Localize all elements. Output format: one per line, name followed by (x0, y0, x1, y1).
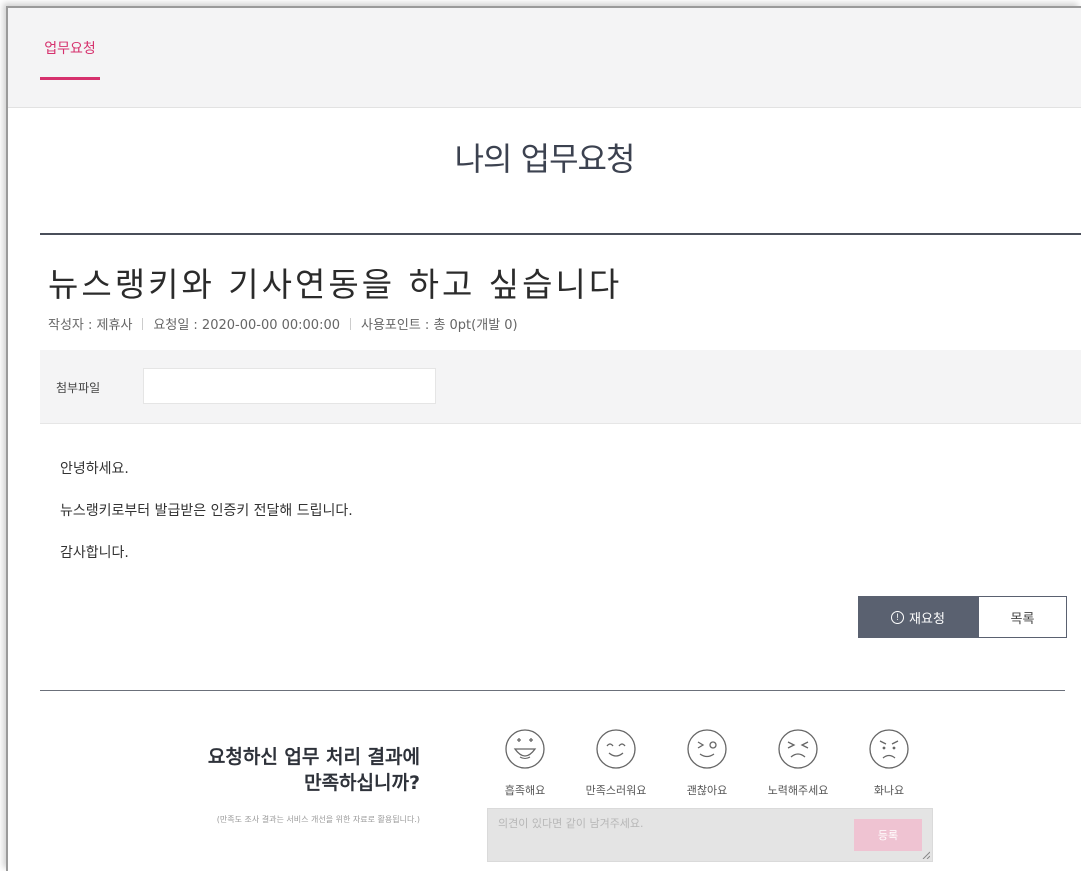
submit-label: 등록 (877, 830, 899, 842)
rating-option-okay[interactable]: 괜찮아요 (662, 728, 752, 798)
rating-option-satisfied[interactable]: 만족스러워요 (571, 728, 661, 798)
page-title: 나의 업무요청 (454, 140, 636, 178)
section-divider (40, 690, 1065, 691)
rating-label: 괜찮아요 (686, 784, 728, 797)
meta-separator (142, 317, 144, 330)
title-divider (40, 233, 1081, 235)
reask-button[interactable]: ! 재요청 (858, 596, 978, 638)
angry-face-icon (869, 729, 909, 769)
post-meta: 작성자 : 제휴사 요청일 : 2020-00-00 00:00:00 사용포인… (48, 314, 518, 333)
list-label: 목록 (1010, 610, 1035, 626)
rating-label: 노력해주세요 (767, 784, 829, 797)
rating-option-delighted[interactable]: 흡족해요 (480, 728, 570, 798)
smiling-face-icon (596, 729, 636, 769)
tab-work-request[interactable]: 업무요청 (40, 36, 100, 80)
survey-question-line1: 요청하신 업무 처리 결과에 (207, 746, 420, 768)
body-line: 뉴스랭키로부터 발급받은 인증키 전달해 드립니다. (60, 503, 353, 519)
survey-note: (만족도 조사 결과는 서비스 개선을 위한 자료로 활용됩니다.) (216, 815, 420, 824)
comment-input[interactable] (498, 817, 838, 830)
comment-box: 등록 (487, 808, 933, 862)
squinting-face-icon (778, 729, 818, 769)
attachment-field[interactable] (143, 368, 436, 404)
attachment-row: 첨부파일 (40, 350, 1081, 424)
post-title: 뉴스랭키와 기사연동을 하고 싶습니다 (48, 265, 623, 304)
app-frame: 업무요청 나의 업무요청 뉴스랭키와 기사연동을 하고 싶습니다 작성자 : 제… (6, 6, 1081, 871)
rating-option-try-harder[interactable]: 노력해주세요 (753, 728, 843, 798)
meta-date: 요청일 : 2020-00-00 00:00:00 (153, 318, 340, 333)
resize-handle-icon[interactable] (922, 851, 930, 859)
rating-option-angry[interactable]: 화나요 (844, 728, 934, 798)
tab-bar: 업무요청 (8, 8, 1081, 108)
attachment-label: 첨부파일 (56, 381, 101, 395)
reask-label: 재요청 (909, 610, 945, 626)
survey-question: 요청하신 업무 처리 결과에 만족하십니까? (148, 744, 420, 796)
info-icon: ! (891, 610, 905, 624)
submit-button[interactable]: 등록 (854, 819, 922, 851)
list-button[interactable]: 목록 (978, 596, 1067, 638)
survey-question-line2: 만족하십니까? (304, 772, 420, 794)
post-body: 안녕하세요. 뉴스랭키로부터 발급받은 인증키 전달해 드립니다. 감사합니다. (60, 460, 353, 586)
rating-label: 화나요 (873, 784, 905, 797)
meta-author: 작성자 : 제휴사 (48, 318, 133, 333)
meta-points: 사용포인트 : 총 0pt(개발 0) (361, 318, 518, 333)
rating-label: 흡족해요 (504, 784, 546, 797)
body-line: 감사합니다. (60, 545, 129, 561)
rating-label: 만족스러워요 (585, 784, 647, 797)
meta-separator (350, 317, 351, 330)
winking-face-icon (687, 729, 727, 769)
delighted-face-icon (505, 729, 545, 769)
body-line: 안녕하세요. (60, 461, 129, 477)
